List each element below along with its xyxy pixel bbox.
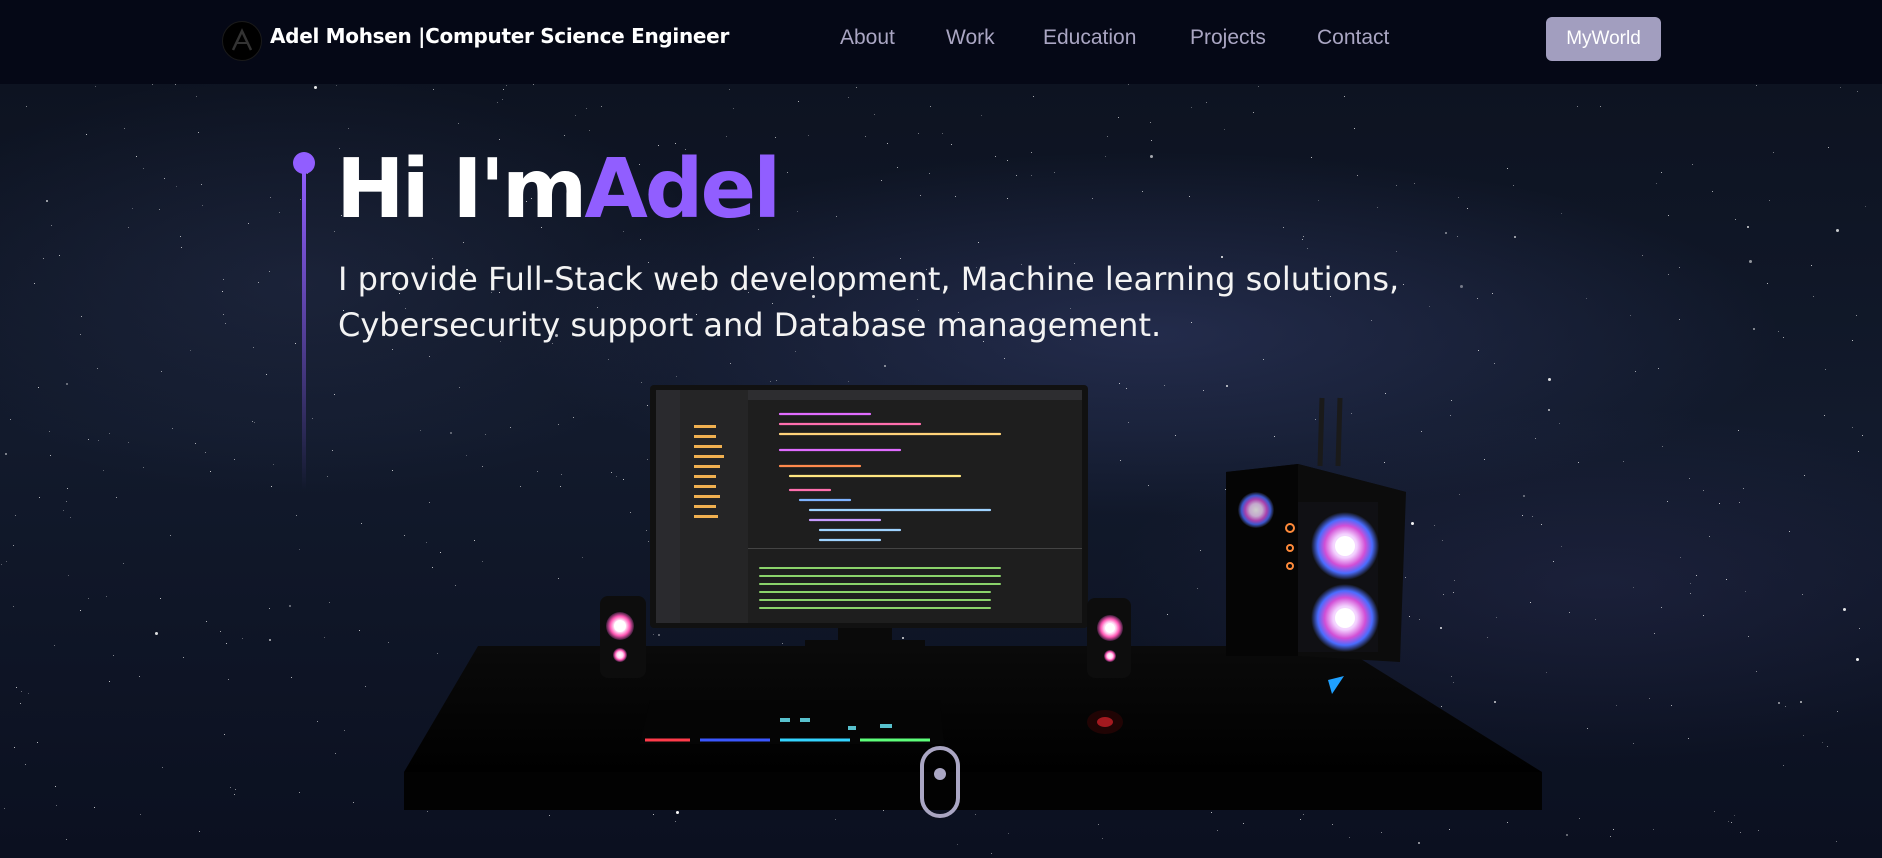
monitor bbox=[650, 385, 1088, 648]
myworld-button[interactable]: MyWorld bbox=[1546, 17, 1661, 61]
accent-line bbox=[302, 168, 306, 490]
desk-front bbox=[404, 772, 1542, 810]
desk-setup-3d-model[interactable] bbox=[0, 0, 1882, 858]
nav-projects[interactable]: Projects bbox=[1190, 26, 1266, 50]
site-brand[interactable]: Adel Mohsen |Computer Science Engineer bbox=[270, 24, 729, 48]
logo-icon[interactable] bbox=[222, 21, 262, 61]
hero-name: Adel bbox=[584, 142, 781, 237]
nav-education[interactable]: Education bbox=[1043, 26, 1136, 50]
scroll-dot bbox=[934, 768, 946, 780]
scroll-down-icon[interactable] bbox=[920, 746, 960, 818]
nav-contact[interactable]: Contact bbox=[1317, 26, 1389, 50]
nav-work[interactable]: Work bbox=[946, 26, 995, 50]
hero-subtitle-line2: Cybersecurity support and Database manag… bbox=[338, 306, 1162, 344]
left-speaker bbox=[600, 596, 646, 678]
desk-top bbox=[404, 646, 1542, 772]
hero-greeting: Hi I'm bbox=[336, 142, 587, 237]
hero-title: Hi I'mAdel bbox=[336, 142, 781, 238]
hero-subtitle-line1: I provide Full-Stack web development, Ma… bbox=[338, 260, 1400, 298]
hero-subtitle: I provide Full-Stack web development, Ma… bbox=[338, 256, 1538, 348]
right-speaker bbox=[1087, 598, 1131, 678]
navbar: Adel Mohsen |Computer Science Engineer A… bbox=[0, 0, 1882, 84]
keyboard bbox=[640, 700, 944, 744]
pc-tower bbox=[1226, 397, 1406, 694]
nav-about[interactable]: About bbox=[840, 26, 895, 50]
